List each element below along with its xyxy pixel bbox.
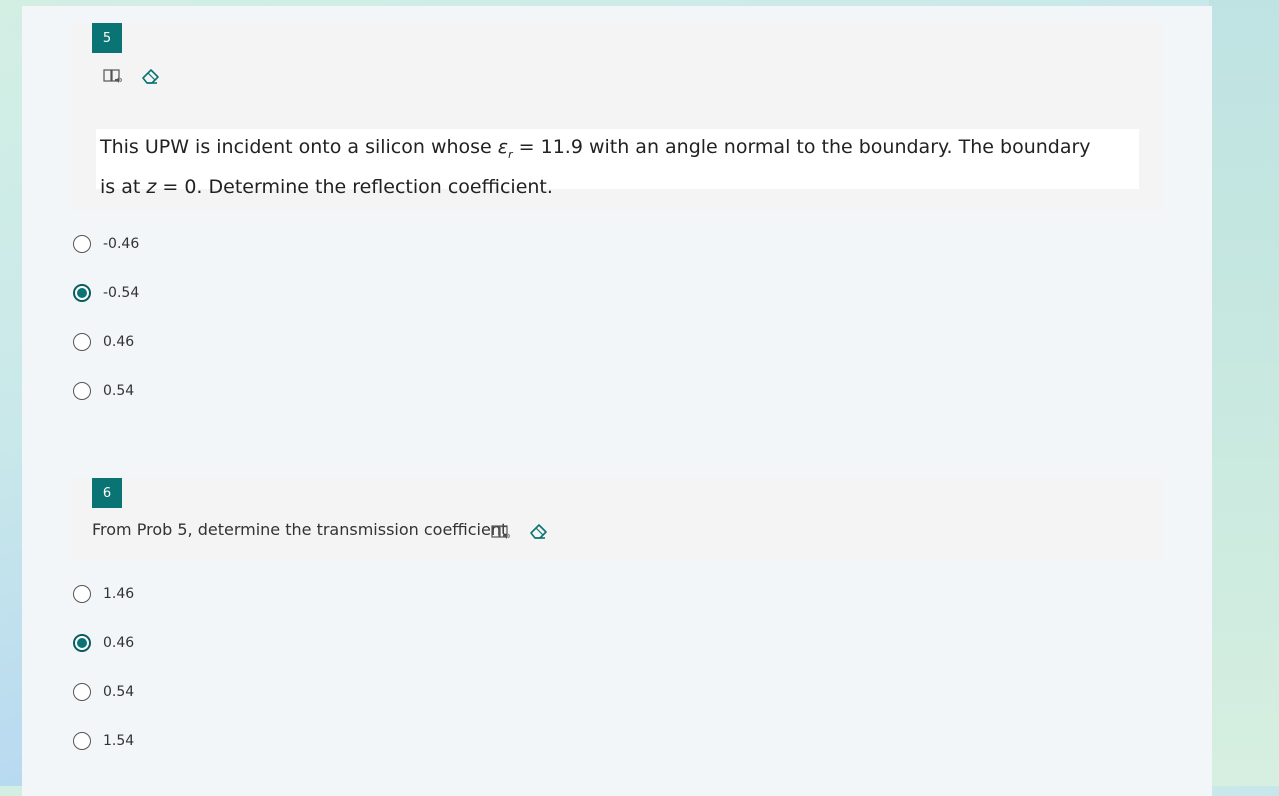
eraser-icon[interactable] [528,521,550,541]
option-q5-1[interactable]: -0.46 [73,232,139,256]
eraser-icon[interactable] [140,66,162,86]
option-label: -0.54 [103,285,140,301]
option-label: 0.46 [103,635,135,651]
form-card: 5 This UPW is incident onto a silicon wh… [22,6,1212,796]
option-label: 0.46 [103,334,135,350]
option-q5-4[interactable]: 0.54 [73,379,134,403]
question-number-badge: 6 [92,478,122,508]
radio-button-selected[interactable] [73,284,91,302]
radio-button[interactable] [73,235,91,253]
radio-button[interactable] [73,585,91,603]
option-label: 0.54 [103,684,135,700]
option-q6-1[interactable]: 1.46 [73,582,134,606]
radio-button-selected[interactable] [73,634,91,652]
radio-button[interactable] [73,732,91,750]
option-q5-2[interactable]: -0.54 [73,281,139,305]
option-q6-2[interactable]: 0.46 [73,631,134,655]
epsilon-symbol: ε [497,136,509,158]
option-label: 1.46 [103,586,135,602]
option-label: -0.46 [103,236,140,252]
question-5-text-part1: This UPW is incident onto a silicon whos… [100,136,498,158]
option-label: 1.54 [103,733,135,749]
option-q6-4[interactable]: 1.54 [73,729,134,753]
z-variable: z [146,175,157,198]
question-5-line-1: This UPW is incident onto a silicon whos… [100,131,1139,171]
immersive-reader-icon[interactable] [491,524,511,542]
question-5-text-part2: = 11.9 with an angle normal to the bound… [512,136,1091,158]
radio-button[interactable] [73,382,91,400]
question-5-text-line2a: is at [100,175,147,198]
option-label: 0.54 [103,383,135,399]
question-5-text-image: This UPW is incident onto a silicon whos… [96,129,1139,198]
question-5-line-2: is at z = 0. Determine the reflection co… [100,171,1139,203]
radio-button[interactable] [73,683,91,701]
option-q5-3[interactable]: 0.46 [73,330,134,354]
radio-button[interactable] [73,333,91,351]
question-number-badge: 5 [92,23,122,53]
question-6-text: From Prob 5, determine the transmission … [92,520,508,539]
immersive-reader-icon[interactable] [103,68,123,86]
option-q6-3[interactable]: 0.54 [73,680,134,704]
background-right-panel [1209,0,1279,786]
question-5-text-line2b: = 0. Determine the reflection coefficien… [156,175,553,198]
